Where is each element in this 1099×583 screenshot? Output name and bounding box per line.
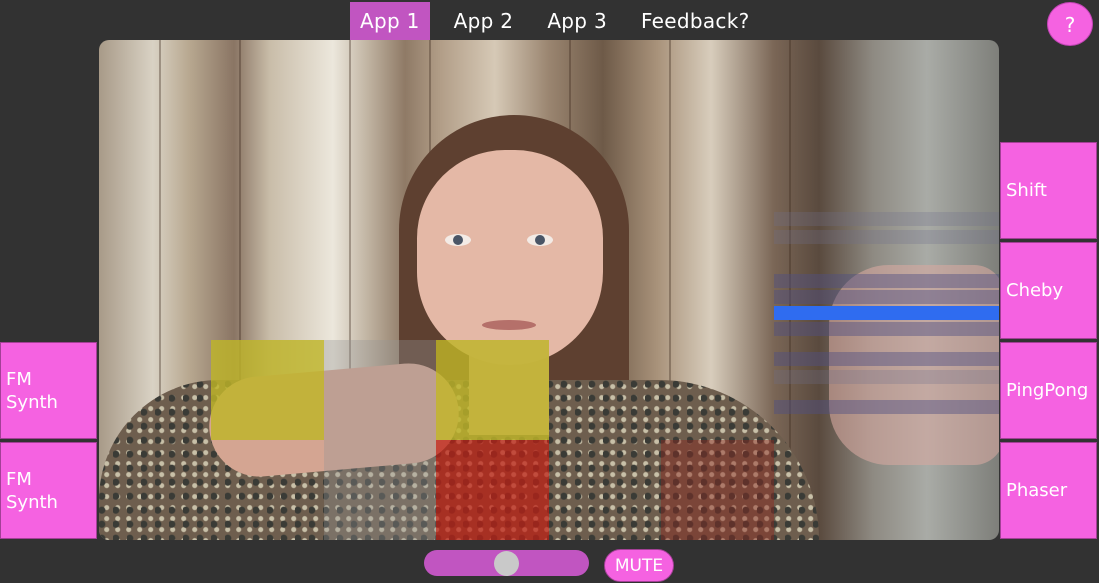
cheby-effect-button[interactable]: Cheby: [1000, 242, 1097, 339]
tab-app-3[interactable]: App 3: [537, 2, 617, 40]
effect-band: [774, 352, 999, 366]
volume-slider-thumb[interactable]: [494, 551, 519, 576]
tab-app-1[interactable]: App 1: [350, 2, 430, 40]
effect-band: [774, 230, 999, 244]
mute-button[interactable]: MUTE: [604, 549, 674, 582]
effect-band: [774, 370, 999, 384]
effect-band: [774, 274, 999, 288]
right-eye: [527, 234, 553, 246]
grid-cell-active: [436, 440, 549, 540]
grid-cell-active: [211, 340, 324, 440]
grid-cell: [324, 340, 436, 440]
shift-effect-button[interactable]: Shift: [1000, 142, 1097, 239]
effect-band: [774, 212, 999, 226]
effect-band: [774, 400, 999, 414]
fm-synth-button-2[interactable]: FM Synth: [0, 442, 97, 539]
help-button[interactable]: ?: [1047, 2, 1093, 46]
tab-app-2[interactable]: App 2: [444, 2, 524, 40]
app-nav: App 1 App 2 App 3 Feedback?: [350, 2, 774, 40]
grid-cell: [661, 440, 774, 540]
tab-feedback[interactable]: Feedback?: [631, 2, 760, 40]
left-eye: [445, 234, 471, 246]
webcam-video: [99, 40, 999, 540]
mouth: [482, 320, 536, 330]
person-face: [417, 150, 603, 365]
phaser-effect-button[interactable]: Phaser: [1000, 442, 1097, 539]
grid-cell-active: [436, 340, 549, 440]
fm-synth-button-1[interactable]: FM Synth: [0, 342, 97, 439]
effect-band-active: [774, 306, 999, 320]
grid-cell: [324, 440, 436, 540]
effect-band: [774, 290, 999, 304]
pingpong-effect-button[interactable]: PingPong: [1000, 342, 1097, 439]
effect-band: [774, 322, 999, 336]
